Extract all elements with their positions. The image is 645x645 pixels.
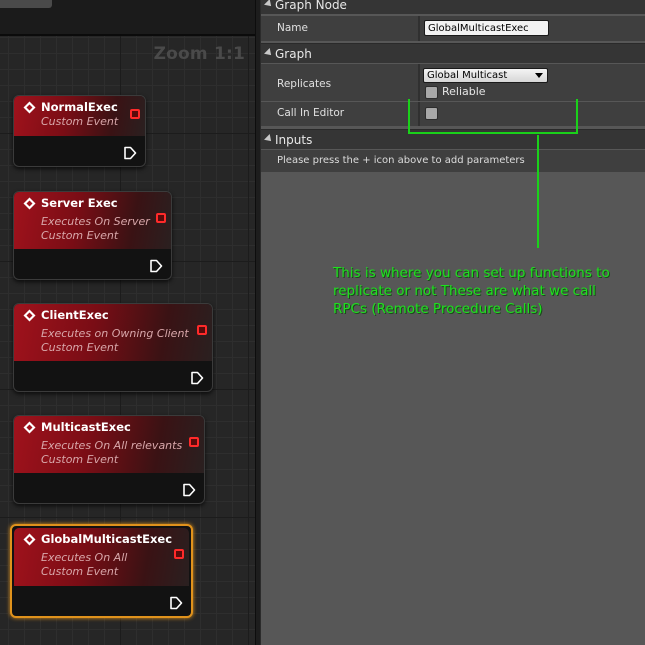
event-node-header: MulticastExec Executes On All relevants … <box>14 416 204 473</box>
blueprint-graph-canvas[interactable]: Zoom 1:1 NormalExec Custom Event Server … <box>0 0 255 645</box>
custom-event-icon <box>23 101 36 114</box>
section-title: Graph Node <box>275 0 347 12</box>
section-header-graph-node[interactable]: Graph Node <box>261 0 645 14</box>
custom-event-icon <box>23 197 36 210</box>
event-node-header: Server Exec Executes On Server Custom Ev… <box>14 192 171 249</box>
property-splitter[interactable] <box>418 16 420 41</box>
exec-output-pin-icon[interactable] <box>169 596 183 610</box>
exec-output-pin-icon[interactable] <box>190 371 204 385</box>
replicates-value: Global Multicast <box>427 70 508 81</box>
annotation-connector-line <box>537 135 539 248</box>
event-node-subtitle: Custom Event <box>41 229 119 242</box>
details-panel: Graph Node Name GlobalMulticastExec Grap… <box>261 0 645 645</box>
exec-output-pin-icon[interactable] <box>182 483 196 497</box>
graph-divider <box>0 34 255 36</box>
event-node-clientexec[interactable]: ClientExec Executes on Owning Client Cus… <box>13 303 213 392</box>
graph-tab-strip <box>0 0 255 36</box>
annotation-bracket <box>408 99 578 134</box>
custom-event-icon <box>23 533 36 546</box>
annotation-text: This is where you can set up functions t… <box>333 265 610 317</box>
chevron-down-icon <box>535 73 543 78</box>
event-node-header: GlobalMulticastExec Executes On All Cust… <box>14 528 189 586</box>
delegate-output-pin[interactable] <box>174 549 184 559</box>
event-node-title: MulticastExec <box>41 420 131 434</box>
exec-output-pin-icon[interactable] <box>149 259 163 273</box>
event-node-subtitle: Custom Event <box>41 341 119 354</box>
event-node-header: NormalExec Custom Event <box>14 96 145 136</box>
delegate-output-pin[interactable] <box>189 437 199 447</box>
event-node-server-exec[interactable]: Server Exec Executes On Server Custom Ev… <box>13 191 172 280</box>
event-node-subtitle: Executes On Server <box>41 215 150 228</box>
event-node-title: ClientExec <box>41 308 109 322</box>
delegate-output-pin[interactable] <box>156 213 166 223</box>
event-node-subtitle: Executes On All relevants <box>41 439 183 452</box>
event-node-subtitle: Custom Event <box>41 115 119 128</box>
zoom-label: Zoom 1:1 <box>153 44 245 64</box>
property-row-name: Name GlobalMulticastExec <box>261 16 645 41</box>
event-node-title: GlobalMulticastExec <box>41 532 173 546</box>
event-node-subtitle: Custom Event <box>41 565 119 578</box>
section-title: Graph <box>275 47 312 61</box>
custom-event-icon <box>23 309 36 322</box>
inputs-hint-text: Please press the + icon above to add par… <box>277 155 525 166</box>
replicates-dropdown[interactable]: Global Multicast <box>423 68 548 83</box>
event-node-title: NormalExec <box>41 100 118 114</box>
event-node-normalexec[interactable]: NormalExec Custom Event <box>13 95 146 167</box>
event-node-title: Server Exec <box>41 196 118 210</box>
expand-arrow-icon <box>264 134 274 144</box>
property-row-inputs-hint: Please press the + icon above to add par… <box>261 150 645 172</box>
event-node-multicastexec[interactable]: MulticastExec Executes On All relevants … <box>13 415 205 504</box>
section-header-graph[interactable]: Graph <box>261 43 645 63</box>
reliable-label: Reliable <box>442 85 486 98</box>
custom-event-icon <box>23 421 36 434</box>
delegate-output-pin[interactable] <box>130 109 140 119</box>
exec-output-pin-icon[interactable] <box>123 146 137 160</box>
property-label: Name <box>277 22 308 34</box>
event-node-header: ClientExec Executes on Owning Client Cus… <box>14 304 212 361</box>
property-splitter[interactable] <box>418 64 420 101</box>
event-node-subtitle: Executes on Owning Client <box>41 327 189 340</box>
property-label: Call In Editor <box>277 107 345 119</box>
property-row-replicates: Replicates Global Multicast Reliable <box>261 64 645 101</box>
expand-arrow-icon <box>264 0 274 9</box>
section-title: Inputs <box>275 133 313 147</box>
expand-arrow-icon <box>264 48 274 58</box>
property-label: Replicates <box>277 78 332 90</box>
reliable-checkbox[interactable] <box>425 86 438 99</box>
name-field[interactable]: GlobalMulticastExec <box>424 20 549 36</box>
graph-tab[interactable] <box>0 0 52 8</box>
event-node-globalmulticastexec[interactable]: GlobalMulticastExec Executes On All Cust… <box>10 524 193 618</box>
event-node-subtitle: Custom Event <box>41 453 119 466</box>
event-node-subtitle: Executes On All <box>41 551 128 564</box>
delegate-output-pin[interactable] <box>197 325 207 335</box>
